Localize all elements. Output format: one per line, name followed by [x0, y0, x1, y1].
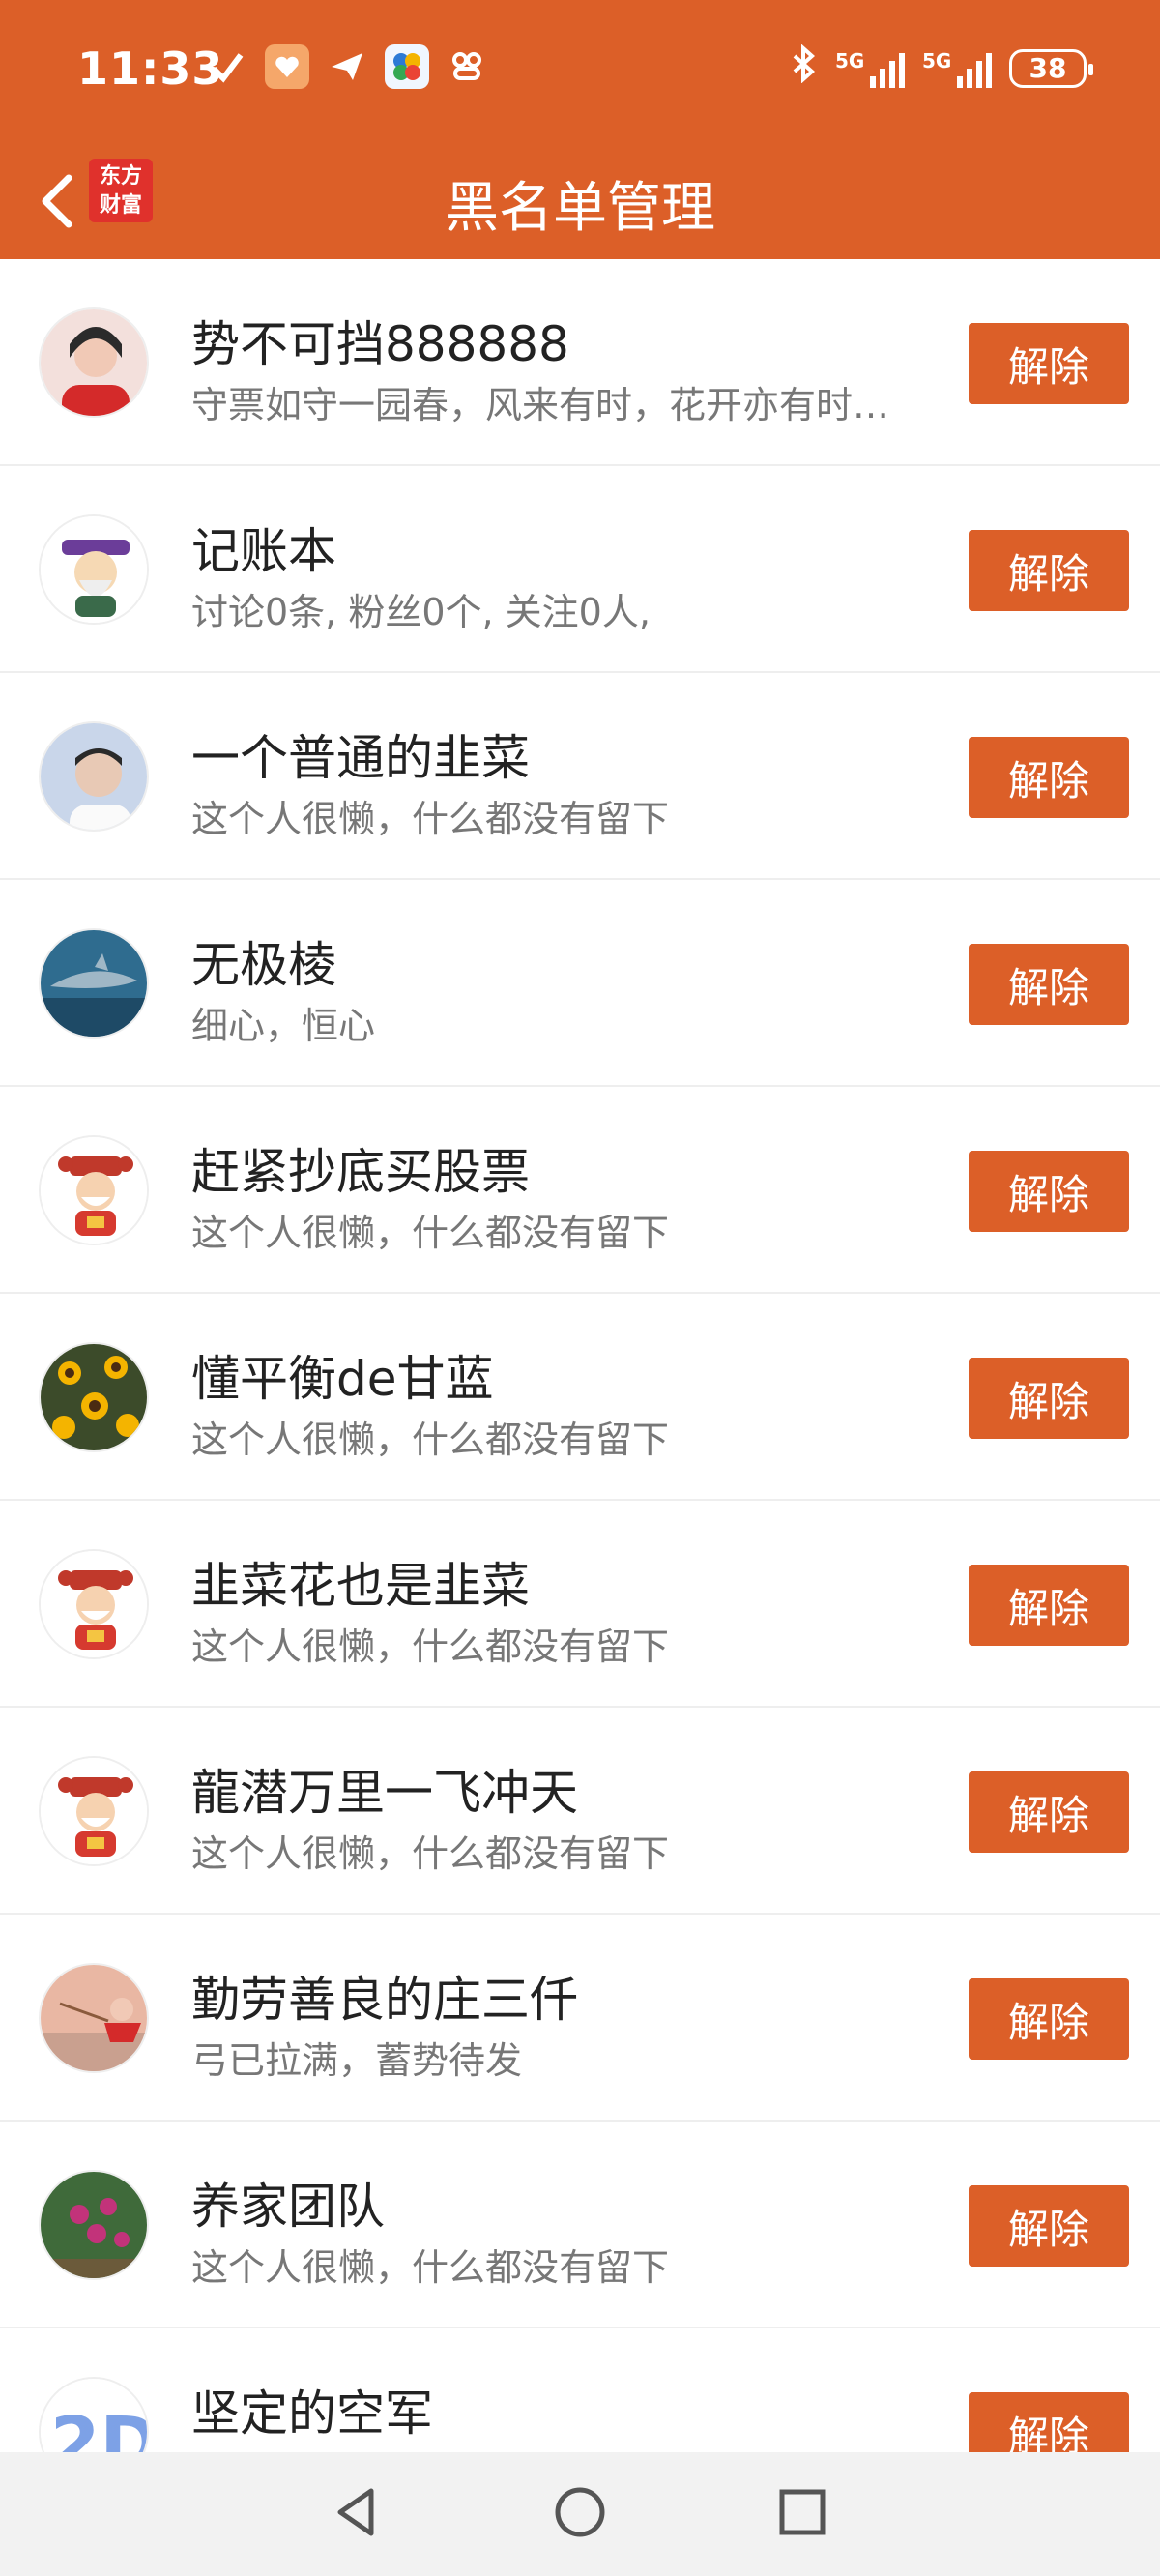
page-title: 黑名单管理 [445, 177, 715, 240]
user-description: 这个人很懒，什么都没有留下 [191, 798, 670, 840]
list-item[interactable]: 勤劳善良的庄三仟弓已拉满，蓄势待发 解除 [0, 1915, 1160, 2122]
user-name[interactable]: 韭菜花也是韭菜 [191, 1547, 530, 1617]
cell-signal-2-icon: 5G [922, 49, 992, 88]
user-description: 这个人很懒，什么都没有留下 [191, 1419, 670, 1461]
unblock-button[interactable]: 解除 [969, 1358, 1129, 1439]
user-description: 这个人很懒，什么都没有留下 [191, 2246, 670, 2289]
avatar[interactable] [39, 514, 149, 625]
recents-square-icon[interactable] [773, 2483, 831, 2545]
user-description: 这个人很懒，什么都没有留下 [191, 1625, 670, 1668]
list-item[interactable]: 懂平衡de甘蓝这个人很懒，什么都没有留下 解除 [0, 1294, 1160, 1501]
user-description: 弓已拉满，蓄势待发 [191, 2039, 523, 2082]
avatar[interactable] [39, 2170, 149, 2280]
network-type-1: 5G [835, 48, 865, 73]
avatar[interactable] [39, 721, 149, 832]
user-name[interactable]: 龍潜万里一飞冲天 [191, 1754, 578, 1824]
heart-app-icon [265, 44, 309, 89]
unblock-button[interactable]: 解除 [969, 737, 1129, 818]
bluetooth-icon [789, 44, 818, 92]
avatar[interactable] [39, 307, 149, 418]
status-time: 11:33 [77, 43, 224, 95]
status-bar: 11:33 5G 5G 38 [0, 0, 1160, 145]
avatar[interactable] [39, 1342, 149, 1452]
system-nav-bar [0, 2452, 1160, 2576]
user-name[interactable]: 势不可挡888888 [191, 306, 569, 375]
avatar[interactable] [39, 1135, 149, 1245]
app-header: 11:33 5G 5G 38 东方 财富 黑名单管理 [0, 0, 1160, 259]
grid-app-icon [445, 44, 489, 89]
list-item[interactable]: 一个普通的韭菜这个人很懒，什么都没有留下 解除 [0, 673, 1160, 880]
avatar[interactable] [39, 1963, 149, 2073]
unblock-button[interactable]: 解除 [969, 1978, 1129, 2060]
user-description: 守票如守一园春，风来有时，花开亦有时… [191, 384, 890, 426]
user-name[interactable]: 无极棱 [191, 926, 336, 996]
back-triangle-icon[interactable] [329, 2483, 387, 2545]
unblock-button[interactable]: 解除 [969, 530, 1129, 611]
user-name[interactable]: 勤劳善良的庄三仟 [191, 1961, 578, 2031]
user-name[interactable]: 坚定的空军 [191, 2375, 433, 2444]
unblock-button[interactable]: 解除 [969, 1151, 1129, 1232]
network-type-2: 5G [922, 48, 952, 73]
signal-app-icon [205, 44, 249, 89]
user-name[interactable]: 懂平衡de甘蓝 [191, 1340, 494, 1410]
user-name[interactable]: 赶紧抄底买股票 [191, 1133, 530, 1203]
list-item[interactable]: 韭菜花也是韭菜这个人很懒，什么都没有留下 解除 [0, 1501, 1160, 1708]
colorful-app-icon [385, 44, 429, 89]
cell-signal-1-icon: 5G [835, 49, 905, 88]
notification-icons [205, 44, 489, 89]
avatar[interactable] [39, 1756, 149, 1866]
unblock-button[interactable]: 解除 [969, 944, 1129, 1025]
avatar[interactable] [39, 1549, 149, 1659]
list-item[interactable]: 势不可挡888888 守票如守一园春，风来有时，花开亦有时… 解除 [0, 259, 1160, 466]
list-item[interactable]: 龍潜万里一飞冲天这个人很懒，什么都没有留下 解除 [0, 1708, 1160, 1915]
unblock-button[interactable]: 解除 [969, 1771, 1129, 1853]
user-description: 这个人很懒，什么都没有留下 [191, 1832, 670, 1875]
battery-icon: 38 [1009, 48, 1093, 88]
unblock-button[interactable]: 解除 [969, 1565, 1129, 1646]
list-item[interactable]: 养家团队这个人很懒，什么都没有留下 解除 [0, 2122, 1160, 2328]
battery-level: 38 [1029, 52, 1067, 84]
list-item[interactable]: 记账本讨论0条, 粉丝0个, 关注0人, 解除 [0, 466, 1160, 673]
status-right-icons: 5G 5G 38 [789, 44, 1093, 92]
user-name[interactable]: 养家团队 [191, 2168, 385, 2238]
unblock-button[interactable]: 解除 [969, 2185, 1129, 2267]
user-description: 这个人很懒，什么都没有留下 [191, 1212, 670, 1254]
user-description: 细心，恒心 [191, 1005, 376, 1047]
list-item[interactable]: 赶紧抄底买股票这个人很懒，什么都没有留下 解除 [0, 1087, 1160, 1294]
user-description: 讨论0条, 粉丝0个, 关注0人, [191, 591, 651, 633]
nav-bar: 东方 财富 黑名单管理 [0, 145, 1160, 259]
blacklist-list: 势不可挡888888 守票如守一园春，风来有时，花开亦有时… 解除 记账本 讨论0条, … [0, 259, 1160, 2535]
user-name[interactable]: 记账本 [191, 512, 336, 582]
unblock-button[interactable]: 解除 [969, 323, 1129, 404]
list-item[interactable]: 无极棱细心，恒心 解除 [0, 880, 1160, 1087]
user-name[interactable]: 一个普通的韭菜 [191, 719, 530, 789]
paper-plane-app-icon [325, 44, 369, 89]
home-circle-icon[interactable] [551, 2483, 609, 2545]
avatar[interactable] [39, 928, 149, 1039]
